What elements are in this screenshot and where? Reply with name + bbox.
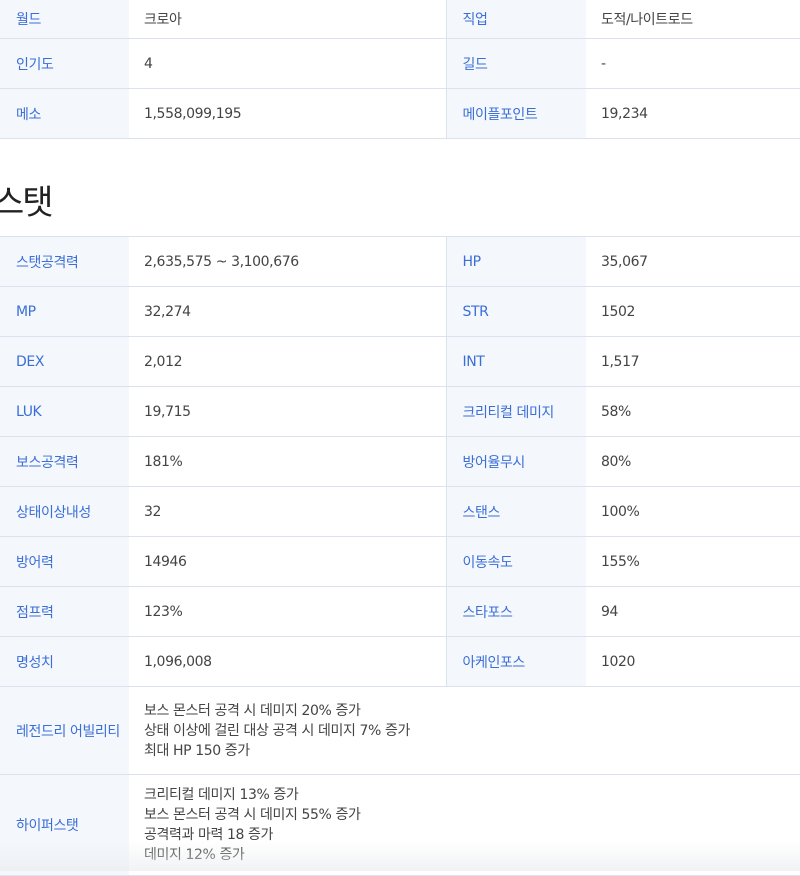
hyper-stat-value: 크리티컬 데미지 13% 증가 보스 몬스터 공격 시 데미지 55% 증가 공… — [129, 775, 800, 876]
stat-value: 32 — [129, 487, 446, 537]
stat-label: 아케인포스 — [446, 637, 586, 687]
stat-value: 2,635,575 ~ 3,100,676 — [129, 237, 446, 287]
stat-value: 2,012 — [129, 337, 446, 387]
stat-value: 181% — [129, 437, 446, 487]
world-value: 크로아 — [129, 0, 446, 39]
stat-section-header: 스탯 — [0, 139, 800, 236]
stat-value: 19,715 — [129, 387, 446, 437]
stat-value: 123% — [129, 587, 446, 637]
legendary-ability-label: 레전드리 어빌리티 — [0, 687, 129, 775]
stat-row: 상태이상내성 32 스탠스 100% — [0, 487, 800, 537]
hyper-stat-line: 보스 몬스터 공격 시 데미지 55% 증가 — [144, 805, 800, 825]
info-row-world: 월드 크로아 직업 도적/나이트로드 — [0, 0, 800, 39]
stat-label: 보스공격력 — [0, 437, 129, 487]
hyper-stat-row: 하이퍼스탯 크리티컬 데미지 13% 증가 보스 몬스터 공격 시 데미지 55… — [0, 775, 800, 876]
stat-value: 1,096,008 — [129, 637, 446, 687]
guild-label: 길드 — [446, 39, 586, 89]
stat-value: 155% — [586, 537, 800, 587]
stat-value: 35,067 — [586, 237, 800, 287]
stat-row: LUK 19,715 크리티컬 데미지 58% — [0, 387, 800, 437]
character-info-table: 월드 크로아 직업 도적/나이트로드 인기도 4 길드 - 메소 1,558,0… — [0, 0, 800, 139]
legendary-ability-line: 보스 몬스터 공격 시 데미지 20% 증가 — [144, 701, 800, 721]
info-row-popularity: 인기도 4 길드 - — [0, 39, 800, 89]
world-label: 월드 — [0, 0, 129, 39]
stat-value: 1,517 — [586, 337, 800, 387]
stat-value: 100% — [586, 487, 800, 537]
stat-value: 94 — [586, 587, 800, 637]
stat-label: 크리티컬 데미지 — [446, 387, 586, 437]
stat-value: 80% — [586, 437, 800, 487]
job-value: 도적/나이트로드 — [586, 0, 800, 39]
hyper-stat-line: 공격력과 마력 18 증가 — [144, 825, 800, 845]
legendary-ability-line: 최대 HP 150 증가 — [144, 741, 800, 761]
stat-label: 스탯공격력 — [0, 237, 129, 287]
stat-label: 이동속도 — [446, 537, 586, 587]
stat-row: DEX 2,012 INT 1,517 — [0, 337, 800, 387]
stat-row: 점프력 123% 스타포스 94 — [0, 587, 800, 637]
stat-label: MP — [0, 287, 129, 337]
stat-label: 점프력 — [0, 587, 129, 637]
stat-value: 1502 — [586, 287, 800, 337]
stat-value: 1020 — [586, 637, 800, 687]
stat-value: 32,274 — [129, 287, 446, 337]
popularity-value: 4 — [129, 39, 446, 89]
stat-label: 방어율무시 — [446, 437, 586, 487]
info-row-meso: 메소 1,558,099,195 메이플포인트 19,234 — [0, 89, 800, 139]
stat-label: LUK — [0, 387, 129, 437]
legendary-ability-line: 상태 이상에 걸린 대상 공격 시 데미지 7% 증가 — [144, 721, 800, 741]
stat-label: 스타포스 — [446, 587, 586, 637]
stat-row: MP 32,274 STR 1502 — [0, 287, 800, 337]
popularity-label: 인기도 — [0, 39, 129, 89]
legendary-ability-value: 보스 몬스터 공격 시 데미지 20% 증가 상태 이상에 걸린 대상 공격 시… — [129, 687, 800, 775]
stat-value: 58% — [586, 387, 800, 437]
hyper-stat-line: 크리티컬 데미지 13% 증가 — [144, 785, 800, 805]
stat-row: 스탯공격력 2,635,575 ~ 3,100,676 HP 35,067 — [0, 237, 800, 287]
stat-label: STR — [446, 287, 586, 337]
legendary-ability-row: 레전드리 어빌리티 보스 몬스터 공격 시 데미지 20% 증가 상태 이상에 … — [0, 687, 800, 775]
maple-point-label: 메이플포인트 — [446, 89, 586, 139]
stat-row: 명성치 1,096,008 아케인포스 1020 — [0, 637, 800, 687]
stat-label: 방어력 — [0, 537, 129, 587]
stat-row: 보스공격력 181% 방어율무시 80% — [0, 437, 800, 487]
meso-label: 메소 — [0, 89, 129, 139]
stat-label: 상태이상내성 — [0, 487, 129, 537]
job-label: 직업 — [446, 0, 586, 39]
stat-section-title: 스탯 — [0, 175, 52, 224]
guild-value: - — [586, 39, 800, 89]
stat-label: 스탠스 — [446, 487, 586, 537]
hyper-stat-line: 데미지 12% 증가 — [144, 845, 800, 865]
stat-label: 명성치 — [0, 637, 129, 687]
stat-table: 스탯공격력 2,635,575 ~ 3,100,676 HP 35,067 MP… — [0, 236, 800, 876]
hyper-stat-label: 하이퍼스탯 — [0, 775, 129, 876]
stat-label: HP — [446, 237, 586, 287]
meso-value: 1,558,099,195 — [129, 89, 446, 139]
stat-label: INT — [446, 337, 586, 387]
stat-label: DEX — [0, 337, 129, 387]
maple-point-value: 19,234 — [586, 89, 800, 139]
stat-row: 방어력 14946 이동속도 155% — [0, 537, 800, 587]
stat-value: 14946 — [129, 537, 446, 587]
